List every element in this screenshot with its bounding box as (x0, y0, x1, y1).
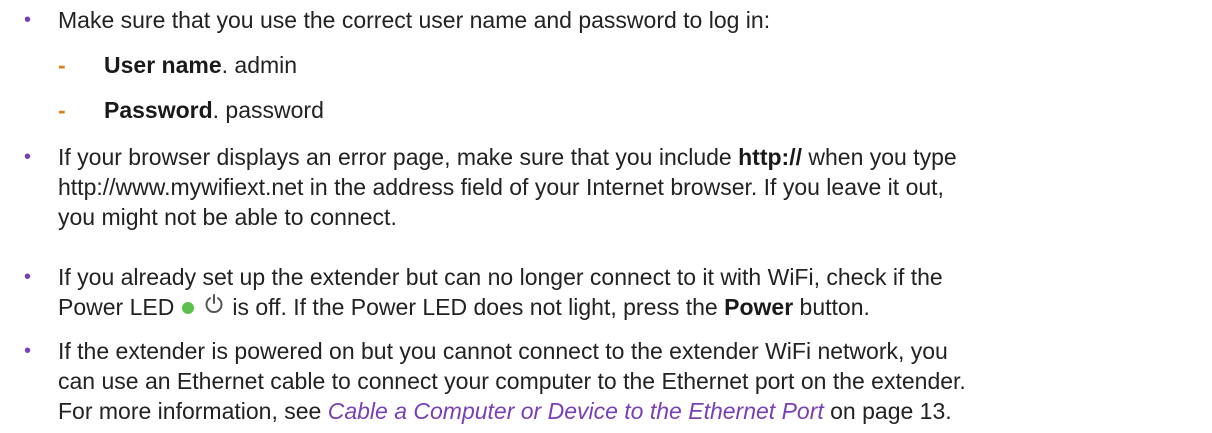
list-item: • If your browser displays an error page… (0, 142, 957, 232)
list-item: • If the extender is powered on but you … (0, 336, 966, 426)
troubleshooting-list: • Make sure that you use the correct use… (0, 0, 1212, 433)
item-text: on page 13. (823, 398, 952, 424)
item-text: For more information, see (58, 398, 328, 424)
item-text: button. (793, 294, 870, 321)
item-text: Power LED (58, 294, 175, 321)
password-label: Password (104, 97, 213, 123)
item-line: For more information, see Cable a Comput… (58, 396, 966, 426)
bullet-icon: • (24, 340, 32, 362)
item-line: Power LED is off. If the Power LED does n… (58, 292, 943, 326)
item-line: If your browser displays an error page, … (58, 142, 957, 172)
led-dot-icon (182, 301, 195, 314)
bullet-icon: • (24, 266, 32, 288)
item-text: If your browser displays an error page, … (58, 144, 739, 170)
item-text: is off. If the Power LED does not light,… (232, 294, 725, 321)
item-text: Make sure that you use the correct user … (58, 7, 771, 33)
bullet-icon: • (24, 9, 32, 31)
item-bold-text: http:// (738, 144, 802, 170)
sub-list-item-password: - Password. password (0, 95, 324, 125)
item-line: If the extender is powered on but you ca… (58, 338, 948, 364)
dash-icon: - (58, 97, 66, 123)
username-label: User name (104, 52, 222, 78)
power-icon (204, 292, 224, 322)
bullet-icon: • (24, 146, 32, 168)
item-bold-text: Power (724, 294, 794, 321)
item-line: you might not be able to connect. (58, 204, 397, 230)
item-line: If you already set up the extender but c… (58, 264, 943, 290)
password-value: . password (212, 97, 324, 123)
ethernet-port-link[interactable]: Cable a Computer or Device to the Ethern… (328, 398, 824, 424)
item-text: when you type (801, 144, 957, 170)
item-line: http://www.mywifiext.net in the address … (58, 174, 944, 200)
dash-icon: - (58, 52, 66, 78)
list-item: • Make sure that you use the correct use… (0, 5, 770, 35)
sub-list-item-username: - User name. admin (0, 50, 297, 80)
item-line: can use an Ethernet cable to connect you… (58, 368, 966, 394)
list-item: • If you already set up the extender but… (0, 262, 943, 326)
username-value: . admin (221, 52, 298, 78)
